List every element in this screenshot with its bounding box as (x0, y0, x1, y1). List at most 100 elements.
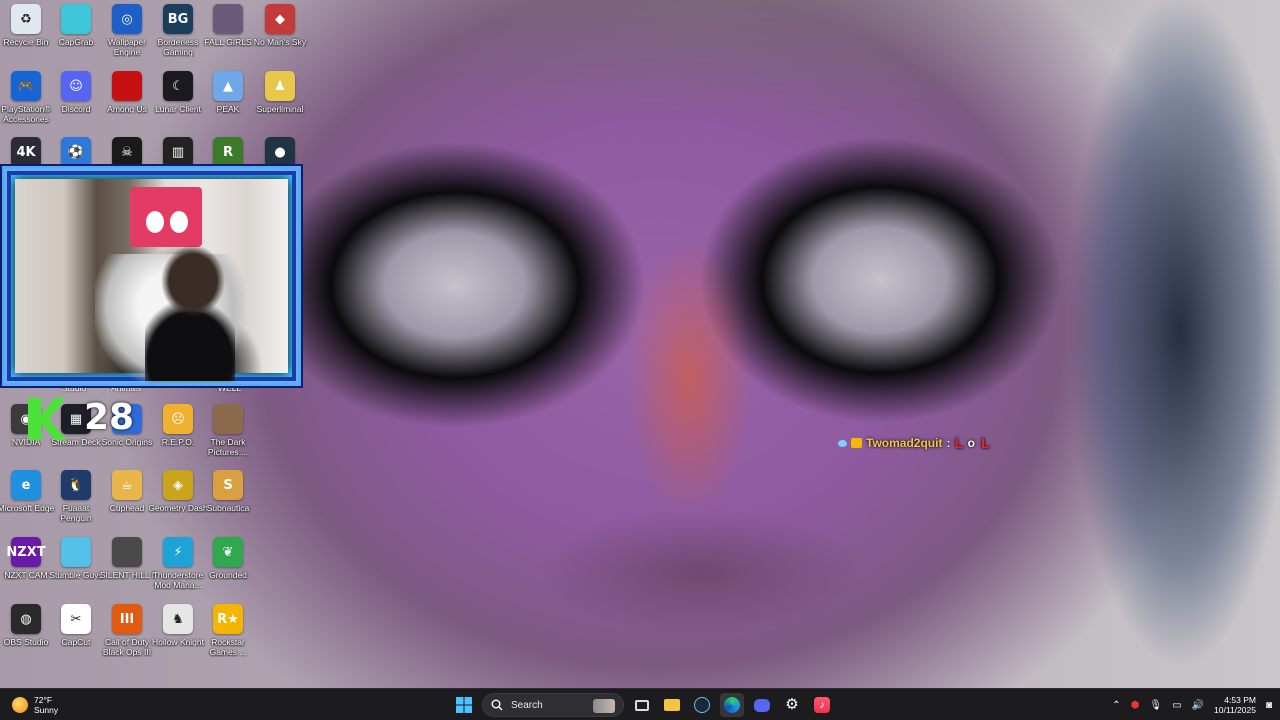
file-explorer-button[interactable] (660, 693, 684, 717)
chat-letter-1: L (954, 434, 964, 452)
windows-start-icon (456, 697, 472, 713)
fall-girls-icon (213, 4, 243, 34)
steam-button[interactable] (690, 693, 714, 717)
discord-button[interactable] (750, 693, 774, 717)
desktop-icon-capgrab[interactable]: CapGrab (50, 4, 102, 66)
desktop-icon-silent-hill[interactable]: SILENT HILL f (100, 537, 154, 599)
cuphead-icon: ☕ (112, 470, 142, 500)
desktop-icon-subnautica[interactable]: S Subnautica (202, 470, 254, 532)
system-tray: ⌃ ⬢ 🎙 ▭ 🔊 4:53 PM 10/11/2025 ◙ (1112, 693, 1272, 717)
repo-icon: ☹ (163, 404, 193, 434)
weather-widget[interactable]: 72°F Sunny (12, 693, 58, 717)
dark-pictures-icon (213, 404, 243, 434)
desktop-icon-cuphead[interactable]: ☕ Cuphead (101, 470, 153, 532)
rocket-league-icon: ⚽ (61, 137, 91, 167)
desktop-icon-recycle-bin[interactable]: ♻ Recycle Bin (0, 4, 52, 66)
desktop-icon-edge[interactable]: e Microsoft Edge (0, 470, 54, 532)
desktop-icon-rockstar-games[interactable]: R★ Rockstar Games ... (202, 604, 254, 666)
webcam-flag (130, 187, 202, 247)
desktop-icon-penguin[interactable]: 🐧 Fuaaat Penguin (50, 470, 102, 532)
webcam-overlay (2, 166, 301, 386)
subnautica-icon: S (213, 470, 243, 500)
desktop-icon-geometry-dash[interactable]: ◈ Geometry Dash (148, 470, 208, 532)
weather-desc: Sunny (34, 705, 59, 715)
start-button[interactable] (452, 693, 476, 717)
desktop-icon-label: The Dark Pictures ... (207, 437, 249, 457)
peak-icon: ▲ (213, 71, 243, 101)
steam-icon (694, 697, 710, 713)
silent-hill-icon (112, 537, 142, 567)
desktop-icon-label: No Man's Sky (253, 37, 307, 47)
settings-icon: ⚙ (785, 696, 799, 713)
settings-button[interactable]: ⚙ (780, 693, 804, 717)
obs-studio-icon: ◍ (11, 604, 41, 634)
geometry-dash-icon: ◈ (163, 470, 193, 500)
microphone-icon[interactable]: 🎙 (1149, 700, 1162, 711)
clock[interactable]: 4:53 PM 10/11/2025 (1214, 695, 1256, 715)
chat-separator: : (946, 436, 951, 450)
speaker-icon[interactable]: 🔊 (1192, 700, 1204, 711)
capcut-icon: ✂ (61, 604, 91, 634)
desktop-icon-dark-pictures[interactable]: The Dark Pictures ... (202, 404, 254, 466)
chat-badge-icon (838, 439, 847, 447)
search-icon (491, 699, 503, 711)
no-mans-sky-icon: ◆ (265, 4, 295, 34)
dead-by-daylight-icon: ▥ (163, 137, 193, 167)
notification-icon[interactable]: ◙ (1266, 700, 1272, 711)
desktop-icon-peak[interactable]: ▲ PEAK (202, 71, 254, 133)
taskbar-apps: Search ⚙ ♪ (452, 693, 834, 717)
chevron-up-icon[interactable]: ⌃ (1112, 700, 1120, 711)
edge-icon (724, 697, 740, 713)
music-button[interactable]: ♪ (810, 693, 834, 717)
desktop-icon-fall-girls[interactable]: FALL GIRLS (202, 4, 254, 66)
webcam-person (145, 241, 235, 383)
desktop-icon-label: Grounded (209, 570, 247, 580)
edge-icon: e (11, 470, 41, 500)
wallpaper-engine-icon: ◎ (112, 4, 142, 34)
chat-letter-2: o (967, 436, 977, 450)
file-explorer-icon (664, 699, 680, 711)
taskbar: 72°F Sunny Search ⚙ ♪ ⌃ ⬢ 🎙 ▭ 🔊 4:53 PM … (0, 688, 1280, 720)
nzxt-cam-icon: NZXT (6, 537, 46, 567)
task-view-icon (635, 699, 649, 711)
lunar-client-icon: ☾ (163, 71, 193, 101)
network-app-icon[interactable]: ⬢ (1131, 700, 1140, 711)
search-highlight-icon (593, 699, 615, 713)
hollow-knight-icon: ♞ (163, 604, 193, 634)
desktop-icon-discord[interactable]: ☺ Discord (50, 71, 102, 133)
desktop-icon-lunar-client[interactable]: ☾ Lunar Client (152, 71, 204, 133)
taskbar-search[interactable]: Search (482, 693, 624, 717)
desktop-icon-grounded[interactable]: ❦ Grounded (202, 537, 254, 599)
desktop-icon-playstation-accessories[interactable]: 🎮 PlayStation® Accessories (0, 71, 52, 133)
desktop-icon-wallpaper-engine[interactable]: ◎ Wallpaper Engine (101, 4, 153, 66)
desktop-icon-among-us[interactable]: Among Us (101, 71, 153, 133)
desktop-icon-hollow-knight[interactable]: ♞ Hollow Knight (152, 604, 204, 666)
stream-overlay-number: 28 (84, 397, 135, 438)
desktop-icon-black-ops[interactable]: III Call of Duty Black Ops III (101, 604, 153, 666)
borderless-gaming-icon: BG (163, 4, 193, 34)
rayman-icon: R (213, 137, 243, 167)
superliminal-icon: ♟ (265, 71, 295, 101)
desktop-icon-no-mans-sky[interactable]: ◆ No Man's Sky (254, 4, 306, 66)
desktop-icon-stumble-guys[interactable]: Stumble Guys (49, 537, 103, 599)
desktop-icon-borderless-gaming[interactable]: BG Borderless Gaming (152, 4, 204, 66)
desktop-icon-obs-studio[interactable]: ◍ OBS Studio (0, 604, 52, 666)
desktop-icon-thunderstore[interactable]: ⚡ Thunderstore Mod Mana... (152, 537, 204, 599)
rockstar-games-icon: R★ (213, 604, 243, 634)
search-label: Search (511, 699, 543, 711)
misc-game-icon: ● (265, 137, 295, 167)
desktop-icon-capcut[interactable]: ✂ CapCut (50, 604, 102, 666)
clock-date: 10/11/2025 (1214, 705, 1256, 715)
chat-username: Twomad2quit (866, 436, 943, 450)
edge-button[interactable] (720, 693, 744, 717)
task-view-button[interactable] (630, 693, 654, 717)
weather-temp: 72°F (34, 695, 53, 705)
chat-message: Twomad2quit : L o L (838, 434, 990, 452)
desktop-icon-nzxt-cam[interactable]: NZXT NZXT CAM (0, 537, 52, 599)
clock-time: 4:53 PM (1224, 695, 1256, 705)
wifi-icon[interactable]: ▭ (1172, 700, 1181, 711)
among-us-icon (112, 71, 142, 101)
desktop-icon-label: Rockstar Games ... (209, 637, 247, 657)
desktop-icon-repo[interactable]: ☹ R.E.P.O. (152, 404, 204, 466)
desktop-icon-superliminal[interactable]: ♟ Superliminal (254, 71, 306, 133)
